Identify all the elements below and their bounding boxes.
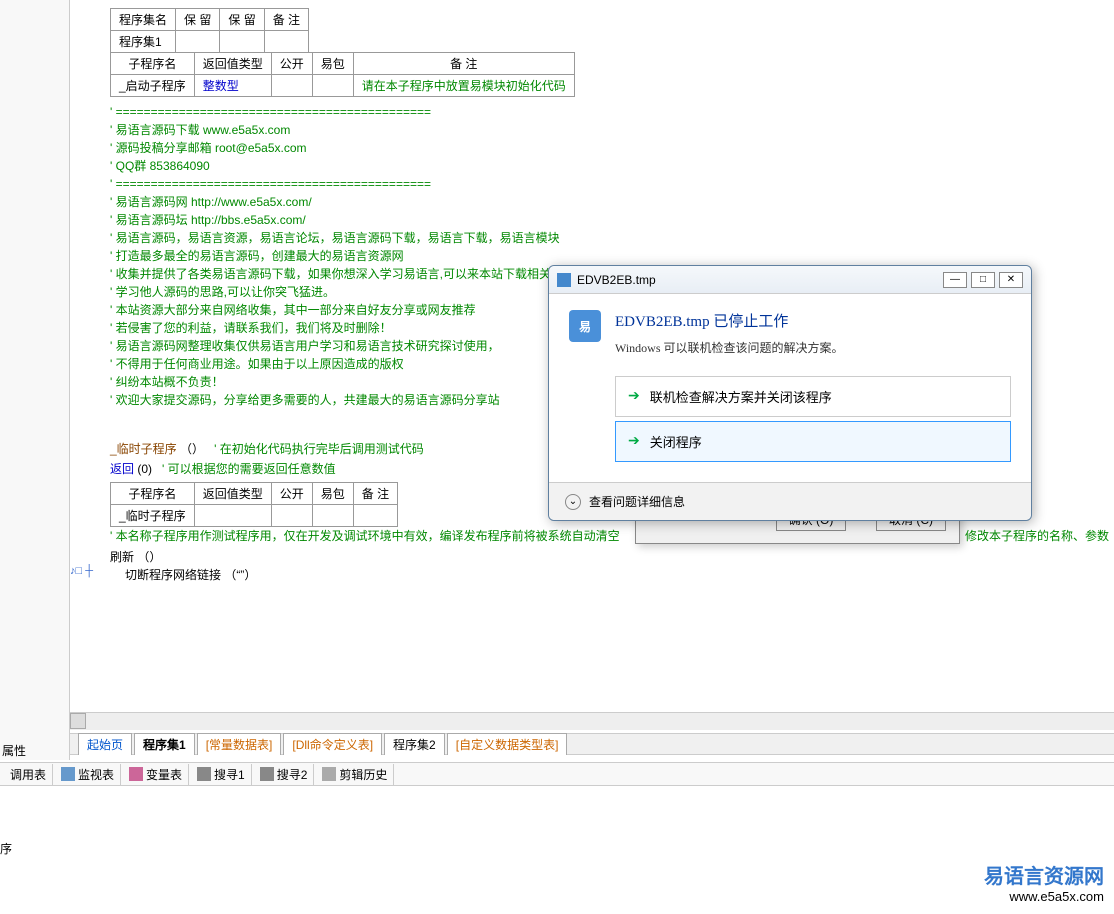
assembly-table: 程序集名 保 留 保 留 备 注 程序集1 xyxy=(110,8,309,53)
arrow-icon: ➔ xyxy=(628,388,640,405)
status-text: 序 xyxy=(0,840,12,857)
close-button[interactable]: ✕ xyxy=(999,272,1023,288)
left-panel xyxy=(0,0,70,760)
dialog-footer: ⌄ 查看问题详细信息 xyxy=(549,482,1031,520)
subroutine-table: 子程序名 返回值类型 公开 易包 备 注 _启动子程序 整数型 请在本子程序中放… xyxy=(110,52,575,97)
error-main-message: EDVB2EB.tmp 已停止工作 xyxy=(615,310,844,331)
call-table-button[interactable]: 调用表 xyxy=(4,764,53,785)
table-row[interactable]: 程序集1 xyxy=(111,31,309,53)
watch-table-button[interactable]: 监视表 xyxy=(55,764,121,785)
tab-custom-types[interactable]: [自定义数据类型表] xyxy=(447,733,568,755)
scroll-left-icon[interactable] xyxy=(70,713,86,729)
document-tabs: 起始页 程序集1 [常量数据表] [Dll命令定义表] 程序集2 [自定义数据类… xyxy=(70,733,1114,755)
app-small-icon xyxy=(557,273,571,287)
call-temp-sub[interactable]: _临时子程序 （） ' 在初始化代码执行完毕后调用测试代码 xyxy=(110,440,424,457)
horizontal-scrollbar[interactable] xyxy=(70,712,1114,730)
search-icon xyxy=(260,767,274,781)
comment-test: ' 本名称子程序用作测试程序用，仅在开发及调试环境中有效，编译发布程序前将被系统… xyxy=(110,527,620,544)
temp-sub-table: 子程序名 返回值类型 公开 易包 备 注 _临时子程序 xyxy=(110,482,398,527)
arrow-icon: ➔ xyxy=(628,433,640,450)
watch-icon xyxy=(61,767,75,781)
close-program-action[interactable]: ➔ 关闭程序 xyxy=(615,421,1011,462)
search-icon xyxy=(197,767,211,781)
maximize-button[interactable]: □ xyxy=(971,272,995,288)
tab-constants[interactable]: [常量数据表] xyxy=(197,733,282,755)
check-online-action[interactable]: ➔ 联机检查解决方案并关闭该程序 xyxy=(615,376,1011,417)
bottom-toolbar: 调用表 监视表 变量表 搜寻1 搜寻2 剪辑历史 xyxy=(0,762,1114,786)
chevron-down-icon[interactable]: ⌄ xyxy=(565,494,581,510)
error-sub-message: Windows 可以联机检查该问题的解决方案。 xyxy=(615,339,844,356)
app-icon: 易 xyxy=(569,310,601,342)
error-dialog: EDVB2EB.tmp — □ ✕ 易 EDVB2EB.tmp 已停止工作 Wi… xyxy=(548,265,1032,521)
comment-block: ' ======================================… xyxy=(110,103,599,409)
table-row[interactable]: _临时子程序 xyxy=(111,505,398,527)
th-res1: 保 留 xyxy=(176,9,220,31)
variable-table-button[interactable]: 变量表 xyxy=(123,764,189,785)
return-line[interactable]: 返回 (0) ' 可以根据您的需要返回任意数值 xyxy=(110,460,336,477)
search1-button[interactable]: 搜寻1 xyxy=(191,764,252,785)
view-details-link[interactable]: 查看问题详细信息 xyxy=(589,493,685,510)
th-asmname: 程序集名 xyxy=(111,9,176,31)
back-dialog-text: 修改本子程序的名称、参数 xyxy=(965,527,1109,544)
minimize-button[interactable]: — xyxy=(943,272,967,288)
th-note: 备 注 xyxy=(264,9,308,31)
refresh-call[interactable]: 刷新 （） xyxy=(110,548,161,565)
table-row[interactable]: _启动子程序 整数型 请在本子程序中放置易模块初始化代码 xyxy=(111,75,575,97)
tab-start-page[interactable]: 起始页 xyxy=(78,733,132,755)
watermark: 易语言资源网 www.e5a5x.com xyxy=(984,860,1104,904)
clip-history-button[interactable]: 剪辑历史 xyxy=(316,764,394,785)
tab-assembly2[interactable]: 程序集2 xyxy=(384,733,445,755)
variable-icon xyxy=(129,767,143,781)
tab-assembly1[interactable]: 程序集1 xyxy=(134,733,195,755)
dialog-title-text: EDVB2EB.tmp xyxy=(577,273,656,287)
clip-icon xyxy=(322,767,336,781)
cut-network-call[interactable]: 切断程序网络链接 （“”） xyxy=(125,566,256,583)
gutter-expand-icon[interactable]: ♪□ ┼ xyxy=(70,565,100,577)
search2-button[interactable]: 搜寻2 xyxy=(254,764,315,785)
th-res2: 保 留 xyxy=(220,9,264,31)
dialog-titlebar[interactable]: EDVB2EB.tmp — □ ✕ xyxy=(549,266,1031,294)
properties-label: 属性 xyxy=(2,742,26,759)
tab-dll-commands[interactable]: [Dll命令定义表] xyxy=(283,733,382,755)
